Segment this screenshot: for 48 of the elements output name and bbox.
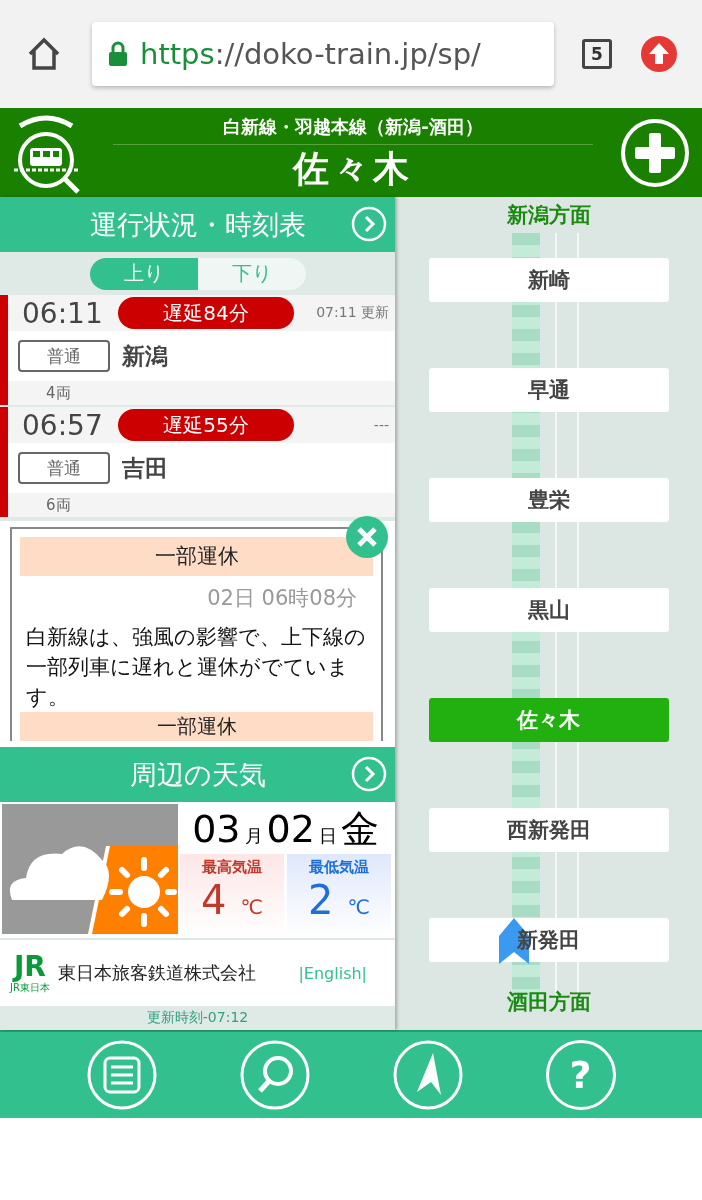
update-time: 07:11 更新 bbox=[316, 304, 389, 322]
direction-label: 酒田方面 bbox=[506, 989, 591, 1016]
departure-time: 06:11 bbox=[22, 296, 104, 330]
train-type-tag: 普通 bbox=[18, 452, 110, 484]
car-count: 6両 bbox=[46, 495, 71, 515]
menu-icon[interactable] bbox=[86, 1040, 157, 1110]
station-title: 佐々木 bbox=[293, 147, 413, 191]
notice-title: 一部運休 bbox=[20, 537, 373, 576]
station-item[interactable]: 西新発田 bbox=[428, 808, 669, 852]
jr-logo: JR JR東日本 bbox=[10, 952, 50, 994]
notice-title: 一部運休 bbox=[20, 711, 373, 741]
temp-value: 4 bbox=[201, 877, 227, 923]
lock-icon bbox=[108, 41, 128, 67]
search-icon[interactable] bbox=[239, 1040, 310, 1110]
tab-count-button[interactable]: 5 bbox=[582, 39, 612, 69]
notice-text: 白新線は、強風の影響で、上下線の一部列車に遅れと運休がでています。 bbox=[25, 623, 367, 711]
temp-label: 最高気温 bbox=[202, 858, 262, 877]
section-title: 周辺の天気 bbox=[129, 757, 266, 792]
station-item[interactable]: 黒山 bbox=[428, 588, 669, 632]
destination: 新潟 bbox=[122, 341, 168, 371]
weather-date: 03 月 02 日 金 bbox=[191, 806, 380, 853]
station-item[interactable]: 豊栄 bbox=[428, 478, 669, 522]
temp-unit: ℃ bbox=[347, 895, 370, 919]
train-type-tag: 普通 bbox=[18, 340, 110, 372]
line-name: 白新線・羽越本線（新潟-酒田） bbox=[112, 111, 594, 145]
temp-value: 2 bbox=[308, 877, 334, 923]
delay-badge: 遅延55分 bbox=[118, 409, 294, 441]
notice-date: 02日 06時08分 bbox=[206, 584, 358, 612]
station-item[interactable]: 早通 bbox=[428, 368, 669, 412]
update-time: --- bbox=[373, 417, 389, 433]
temp-unit: ℃ bbox=[240, 895, 263, 919]
address-bar[interactable]: https://doko-train.jp/sp/ bbox=[92, 22, 554, 86]
close-icon[interactable] bbox=[345, 515, 389, 559]
url-text: https://doko-train.jp/sp/ bbox=[140, 37, 481, 71]
departure-time: 06:57 bbox=[22, 408, 104, 442]
station-item[interactable]: 新崎 bbox=[428, 258, 669, 302]
add-icon[interactable] bbox=[620, 117, 690, 188]
temp-label: 最低気温 bbox=[309, 858, 369, 877]
section-title: 運行状況・時刻表 bbox=[89, 207, 306, 242]
chevron-right-icon[interactable] bbox=[351, 756, 387, 792]
delay-badge: 遅延84分 bbox=[118, 297, 294, 329]
car-count: 4両 bbox=[46, 383, 71, 403]
chevron-right-icon[interactable] bbox=[351, 206, 387, 242]
upload-icon[interactable] bbox=[640, 35, 678, 73]
destination: 吉田 bbox=[122, 453, 168, 483]
company-name: 東日本旅客鉄道株式会社 bbox=[57, 961, 256, 985]
updated-time: 更新時刻-07:12 bbox=[0, 1006, 395, 1030]
direction-label: 新潟方面 bbox=[506, 202, 591, 229]
